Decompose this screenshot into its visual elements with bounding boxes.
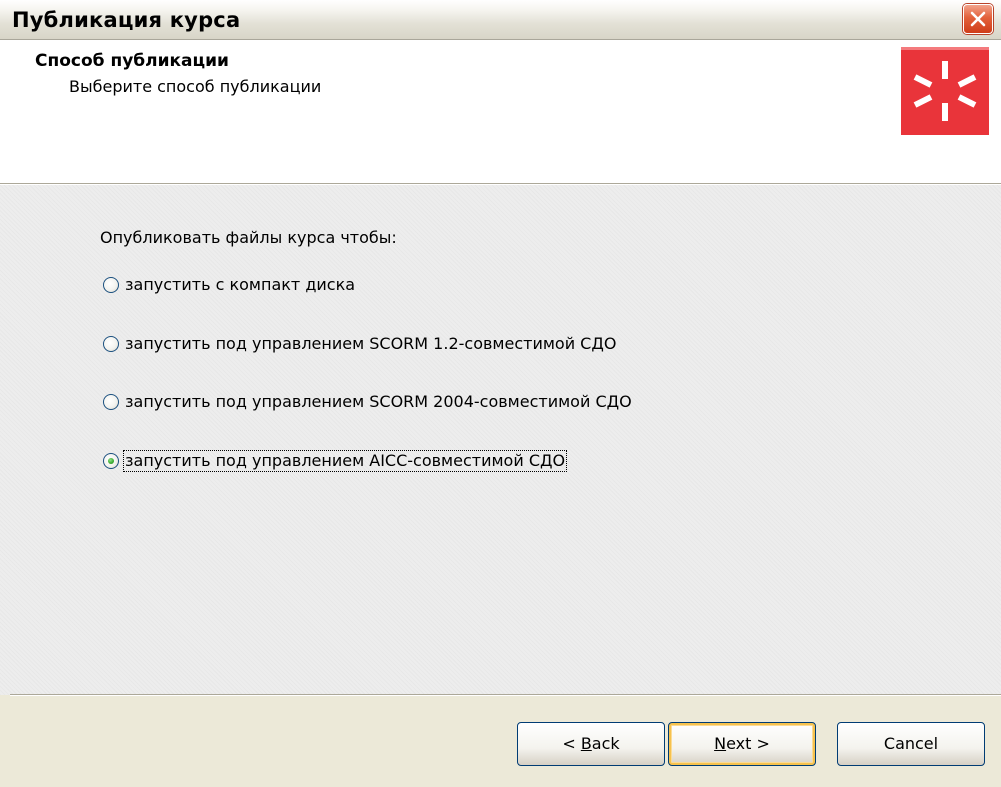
option-label[interactable]: запустить под управлением AICC-совместим… xyxy=(122,450,568,472)
back-button[interactable]: < Back xyxy=(517,722,665,766)
back-button-accelerator: B xyxy=(580,734,592,753)
publish-prompt-label: Опубликовать файлы курса чтобы: xyxy=(100,228,397,247)
cancel-button[interactable]: Cancel xyxy=(837,722,985,766)
back-button-prefix: < xyxy=(562,734,581,753)
radio-button-selected[interactable] xyxy=(103,453,119,469)
radio-button[interactable] xyxy=(103,277,119,293)
radio-selected-dot xyxy=(108,458,114,464)
asterisk-burst-icon xyxy=(901,47,989,135)
close-button[interactable] xyxy=(963,4,993,34)
next-button-accelerator: N xyxy=(714,734,727,753)
option-label[interactable]: запустить с компакт диска xyxy=(124,275,356,295)
cancel-button-label: Cancel xyxy=(883,734,939,753)
option-label[interactable]: запустить под управлением SCORM 1.2-совм… xyxy=(124,334,617,354)
footer-divider xyxy=(10,694,1001,696)
publish-course-dialog: Публикация курса Способ публикации Выбер… xyxy=(0,0,1001,787)
next-button-label: ext > xyxy=(726,734,770,753)
title-bar[interactable]: Публикация курса xyxy=(0,0,1001,40)
wizard-body xyxy=(0,185,1001,695)
option-label[interactable]: запустить под управлением SCORM 2004-сов… xyxy=(124,392,633,412)
next-button[interactable]: Next > xyxy=(668,722,816,766)
radio-button[interactable] xyxy=(103,336,119,352)
radio-button[interactable] xyxy=(103,394,119,410)
page-subtitle: Выберите способ публикации xyxy=(69,77,322,96)
page-title: Способ публикации xyxy=(35,51,229,71)
window-title: Публикация курса xyxy=(12,8,241,32)
back-button-label: ack xyxy=(591,734,620,753)
